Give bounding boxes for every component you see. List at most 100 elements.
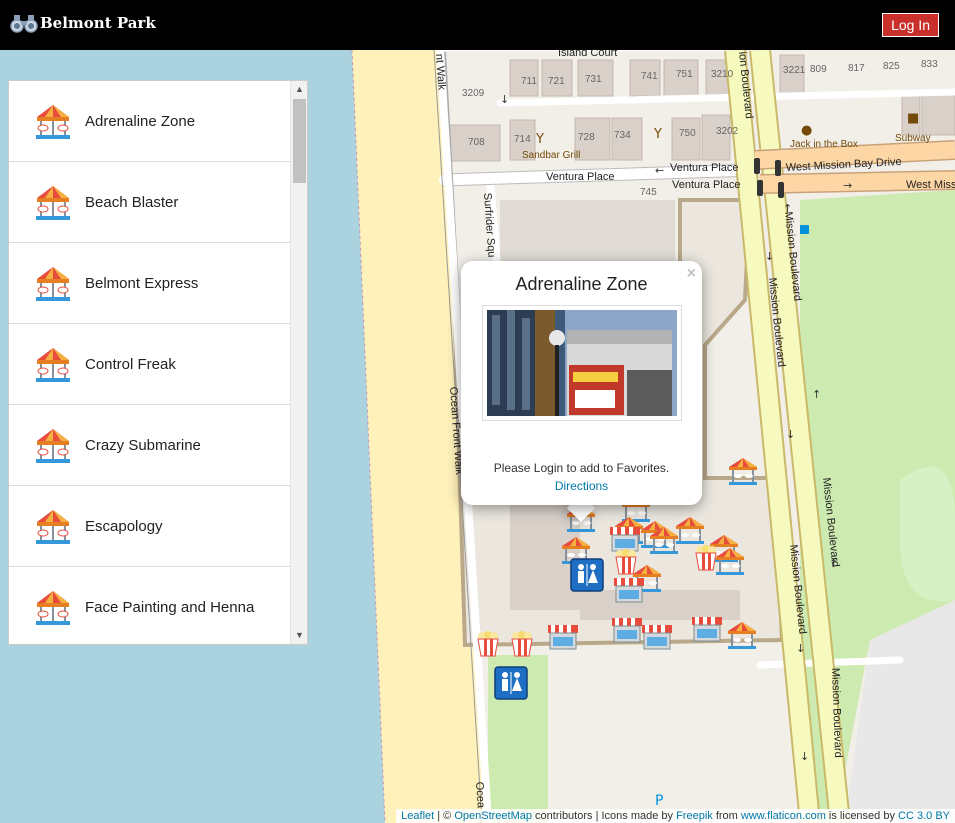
osm-link[interactable]: OpenStreetMap bbox=[454, 810, 532, 822]
house-number: 741 bbox=[641, 71, 658, 82]
carousel-icon bbox=[36, 591, 70, 625]
svg-text:↓: ↓ bbox=[765, 250, 774, 263]
scroll-up-button[interactable]: ▲ bbox=[291, 81, 307, 98]
svg-text:Y: Y bbox=[535, 132, 544, 147]
island-court-label: Island Court bbox=[558, 50, 617, 59]
house-number: 817 bbox=[848, 63, 865, 74]
list-item[interactable]: Escapology bbox=[9, 486, 291, 567]
house-number: 3202 bbox=[716, 126, 739, 137]
leaflet-link[interactable]: Leaflet bbox=[401, 810, 434, 822]
svg-text:Y: Y bbox=[653, 127, 662, 142]
directions-link[interactable]: Directions bbox=[461, 479, 702, 493]
attribution-contributors: contributors | Icons made by bbox=[531, 810, 677, 822]
ocean-front-walk-label-2: nt Walk bbox=[433, 53, 448, 91]
carousel-icon bbox=[36, 429, 70, 463]
house-number: 3209 bbox=[462, 88, 485, 99]
list-item[interactable]: Beach Blaster bbox=[9, 162, 291, 243]
house-number: 3210 bbox=[711, 69, 734, 80]
house-number: 728 bbox=[578, 132, 595, 143]
house-number: 750 bbox=[679, 128, 696, 139]
svg-text:↓: ↓ bbox=[786, 428, 795, 441]
scroll-down-button[interactable]: ▼ bbox=[291, 627, 307, 644]
food-stand-marker[interactable] bbox=[610, 527, 640, 552]
house-number: 714 bbox=[514, 134, 531, 145]
house-number: 809 bbox=[810, 64, 827, 75]
list-item[interactable]: Crazy Submarine bbox=[9, 405, 291, 486]
list-item-label: Control Freak bbox=[85, 355, 176, 373]
attribution-licensed: is licensed by bbox=[825, 810, 899, 822]
list-item-label: Belmont Express bbox=[85, 274, 199, 292]
list-item[interactable]: Face Painting and Henna bbox=[9, 567, 291, 644]
popup-title: Adrenaline Zone bbox=[515, 274, 648, 294]
list-item-label: Face Painting and Henna bbox=[85, 598, 255, 616]
svg-text:↑: ↑ bbox=[812, 388, 821, 401]
list-item-label: Escapology bbox=[85, 517, 163, 535]
food-stand-marker[interactable] bbox=[692, 617, 722, 642]
brand[interactable]: Belmont Park bbox=[10, 12, 156, 34]
binoculars-icon bbox=[10, 15, 38, 33]
list-item[interactable]: Control Freak bbox=[9, 324, 291, 405]
svg-text:↓: ↓ bbox=[796, 642, 805, 655]
house-number: 721 bbox=[548, 76, 565, 87]
ocean-label-bottom: Ocea bbox=[473, 781, 487, 809]
popup-message: Please Login to add to Favorites. bbox=[493, 461, 670, 475]
ventura-place-label-3: Ventura Place bbox=[672, 179, 741, 191]
svg-text:■: ■ bbox=[907, 111, 919, 126]
house-number: 825 bbox=[883, 61, 900, 72]
popcorn-marker[interactable] bbox=[695, 545, 717, 571]
brand-name: Belmont Park bbox=[40, 14, 156, 32]
scroll-thumb[interactable] bbox=[293, 99, 306, 183]
attribution-separator: | © bbox=[434, 810, 455, 822]
list-item-label: Crazy Submarine bbox=[85, 436, 201, 454]
house-number: 3221 bbox=[783, 65, 806, 76]
carousel-icon bbox=[36, 105, 70, 139]
carousel-icon bbox=[36, 348, 70, 382]
attribution-from: from bbox=[712, 810, 741, 822]
parking-label: P bbox=[655, 793, 663, 809]
popcorn-marker[interactable] bbox=[511, 631, 533, 657]
restroom-marker[interactable] bbox=[494, 666, 528, 700]
list-item-label: Adrenaline Zone bbox=[85, 112, 196, 130]
attraction-list[interactable]: Adrenaline Zone Beach Blaster Belmont Ex… bbox=[8, 80, 308, 645]
house-number: 745 bbox=[640, 187, 657, 198]
house-number: 711 bbox=[521, 76, 537, 87]
food-stand-marker[interactable] bbox=[612, 618, 642, 643]
cc-link[interactable]: CC 3.0 BY bbox=[898, 810, 950, 822]
svg-text:←: ← bbox=[655, 164, 664, 177]
carousel-icon bbox=[36, 510, 70, 544]
list-item[interactable]: Belmont Express bbox=[9, 243, 291, 324]
sandbar-label: Sandbar Grill bbox=[522, 150, 580, 161]
carousel-icon bbox=[36, 186, 70, 220]
svg-text:↓: ↓ bbox=[500, 93, 509, 106]
ventura-place-label-2: Ventura Place bbox=[670, 162, 739, 174]
jack-label: Jack in the Box bbox=[790, 139, 858, 150]
popcorn-marker[interactable] bbox=[615, 549, 637, 575]
freepik-link[interactable]: Freepik bbox=[676, 810, 713, 822]
list-scrollbar[interactable]: ▲ ▼ bbox=[290, 81, 307, 644]
app-header: Belmont Park Log In bbox=[0, 0, 955, 50]
food-stand-marker[interactable] bbox=[548, 625, 578, 650]
attraction-popup: × Adrenaline Zone Please Login to add to… bbox=[461, 261, 702, 505]
subway-label: Subway bbox=[895, 133, 931, 144]
house-number: 833 bbox=[921, 59, 938, 70]
house-number: 734 bbox=[614, 130, 631, 141]
svg-text:↓: ↓ bbox=[800, 750, 809, 763]
house-number: 731 bbox=[585, 74, 602, 85]
house-number: 751 bbox=[676, 69, 693, 80]
attraction-photo bbox=[481, 305, 682, 421]
flaticon-link[interactable]: www.flaticon.com bbox=[741, 810, 826, 822]
house-number: 708 bbox=[468, 137, 485, 148]
login-button[interactable]: Log In bbox=[882, 13, 939, 37]
popcorn-marker[interactable] bbox=[477, 631, 499, 657]
west-miss-label: West Miss bbox=[906, 179, 955, 191]
popup-close-button[interactable]: × bbox=[687, 265, 696, 283]
restroom-marker[interactable] bbox=[570, 558, 604, 592]
list-item-label: Beach Blaster bbox=[85, 193, 179, 211]
list-item[interactable]: Adrenaline Zone bbox=[9, 81, 291, 162]
food-stand-marker[interactable] bbox=[642, 625, 672, 650]
food-stand-marker[interactable] bbox=[614, 578, 644, 603]
svg-text:→: → bbox=[843, 179, 852, 192]
ventura-place-label: Ventura Place bbox=[546, 171, 615, 183]
map-attribution: Leaflet | © OpenStreetMap contributors |… bbox=[396, 809, 955, 823]
carousel-icon bbox=[36, 267, 70, 301]
